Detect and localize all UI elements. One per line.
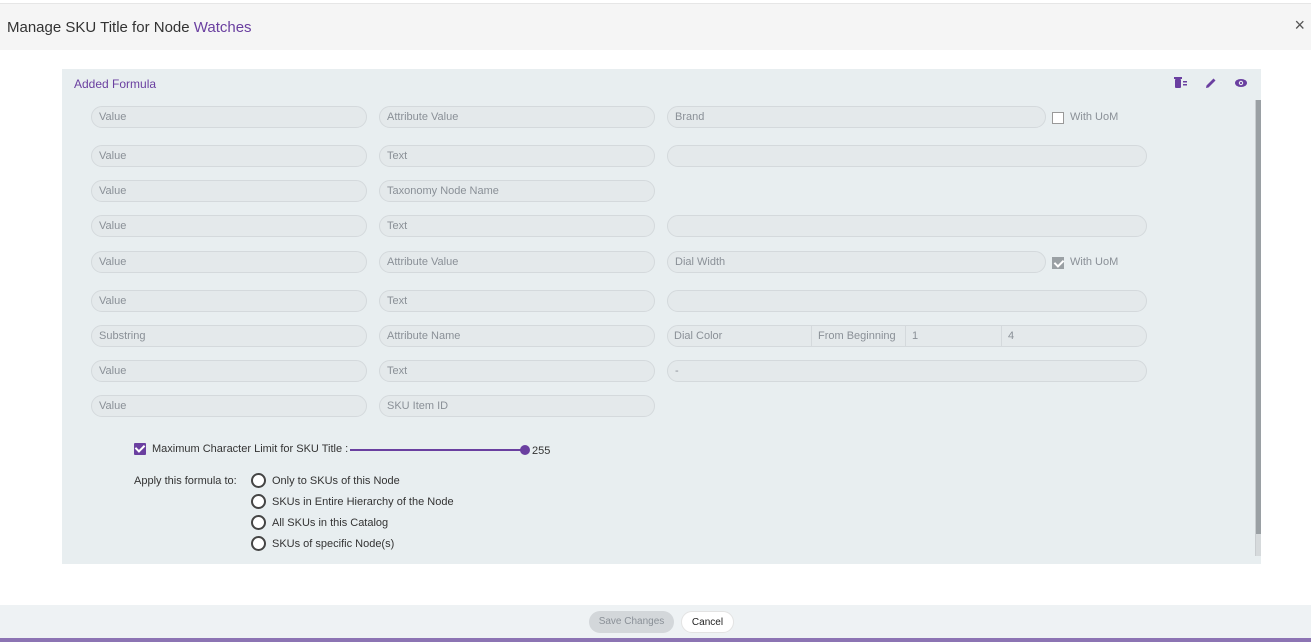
row-7-start-input[interactable]: 1: [905, 325, 1003, 347]
apply-option-radio-catalog[interactable]: [251, 515, 266, 530]
row-1-value-field[interactable]: Brand: [667, 106, 1046, 128]
apply-option-radio-specific-nodes[interactable]: [251, 536, 266, 551]
row-5-value-field[interactable]: Dial Width: [667, 251, 1046, 273]
row-9-source-field[interactable]: SKU Item ID: [379, 395, 655, 417]
row-5-with-uom-checkbox[interactable]: [1052, 257, 1064, 269]
row-5-source-field[interactable]: Attribute Value: [379, 251, 655, 273]
apply-formula-label: Apply this formula to:: [134, 475, 237, 487]
close-icon[interactable]: ×: [1294, 16, 1305, 34]
row-5-type-field[interactable]: Value: [91, 251, 367, 273]
edit-pencil-icon[interactable]: [1203, 75, 1219, 91]
row-2-value-field[interactable]: [667, 145, 1147, 167]
dialog-title: Manage SKU Title for Node Watches: [7, 19, 252, 36]
row-1-type-field[interactable]: Value: [91, 106, 367, 128]
row-2-source-field[interactable]: Text: [379, 145, 655, 167]
apply-option-label-catalog: All SKUs in this Catalog: [272, 517, 389, 529]
manage-sku-title-dialog: Manage SKU Title for Node Watches × Adde…: [0, 0, 1311, 642]
row-7-type-field[interactable]: Substring: [91, 325, 367, 347]
delete-list-icon[interactable]: [1173, 75, 1189, 91]
character-limit-slider-handle[interactable]: [520, 445, 530, 455]
row-8-value-field[interactable]: -: [667, 360, 1147, 382]
apply-option-radio-hierarchy[interactable]: [251, 494, 266, 509]
panel-title: Added Formula: [74, 77, 157, 91]
row-6-value-field[interactable]: [667, 290, 1147, 312]
apply-option-label-hierarchy: SKUs in Entire Hierarchy of the Node: [272, 496, 454, 508]
cancel-button[interactable]: Cancel: [681, 611, 734, 633]
row-1-with-uom-checkbox[interactable]: [1052, 112, 1064, 124]
row-4-source-field[interactable]: Text: [379, 215, 655, 237]
row-7-position-select[interactable]: From Beginning: [811, 325, 908, 347]
row-9-type-field[interactable]: Value: [91, 395, 367, 417]
save-changes-button[interactable]: Save Changes: [589, 611, 674, 633]
apply-option-label-node: Only to SKUs of this Node: [272, 475, 400, 487]
max-character-limit-label: Maximum Character Limit for SKU Title :: [152, 443, 349, 455]
row-7-length-input[interactable]: 4: [1001, 325, 1147, 347]
row-4-type-field[interactable]: Value: [91, 215, 367, 237]
view-eye-icon[interactable]: [1233, 75, 1249, 91]
max-character-limit-checkbox[interactable]: [134, 443, 146, 455]
row-1-source-field[interactable]: Attribute Value: [379, 106, 655, 128]
row-2-type-field[interactable]: Value: [91, 145, 367, 167]
row-5-with-uom-label: With UoM: [1070, 256, 1119, 268]
apply-option-radio-node[interactable]: [251, 473, 266, 488]
panel-scrollbar[interactable]: [1255, 100, 1261, 556]
row-8-source-field[interactable]: Text: [379, 360, 655, 382]
character-limit-slider[interactable]: [350, 449, 526, 451]
apply-option-label-specific-nodes: SKUs of specific Node(s): [272, 538, 395, 550]
row-1-with-uom-label: With UoM: [1070, 111, 1119, 123]
row-3-source-field[interactable]: Taxonomy Node Name: [379, 180, 655, 202]
row-3-type-field[interactable]: Value: [91, 180, 367, 202]
title-node-name: Watches: [193, 19, 252, 36]
dialog-header: Manage SKU Title for Node Watches ×: [0, 3, 1311, 50]
title-prefix: Manage SKU Title for Node: [7, 19, 190, 36]
row-7-attribute-field[interactable]: Dial Color: [667, 325, 812, 347]
row-6-type-field[interactable]: Value: [91, 290, 367, 312]
row-4-value-field[interactable]: [667, 215, 1147, 237]
footer-accent-bar: [0, 638, 1311, 642]
row-7-source-field[interactable]: Attribute Name: [379, 325, 655, 347]
panel-toolbar: [1173, 75, 1249, 91]
character-limit-value: 255: [532, 445, 551, 457]
added-formula-panel: Added Formula: [62, 69, 1261, 564]
scrollbar-thumb[interactable]: [1256, 100, 1261, 534]
row-6-source-field[interactable]: Text: [379, 290, 655, 312]
row-8-type-field[interactable]: Value: [91, 360, 367, 382]
